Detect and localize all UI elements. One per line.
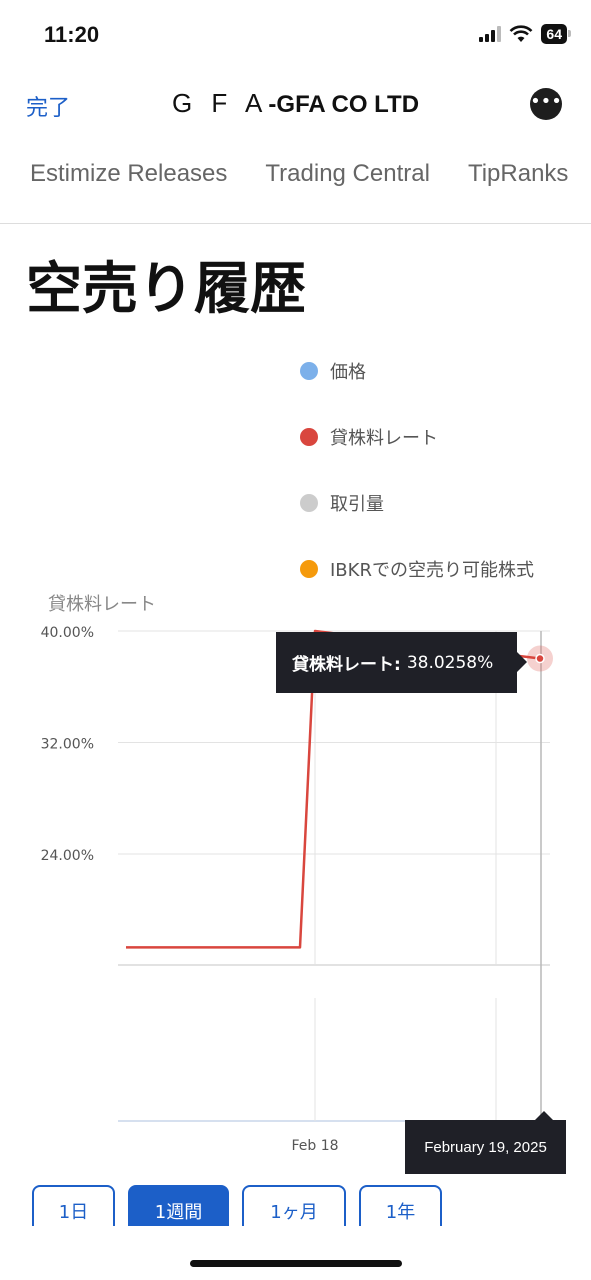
legend-label: IBKRでの空売り可能株式 [330, 560, 534, 581]
legend-label: 貸株料レート [330, 428, 438, 449]
tooltip-series-label: 貸株料レート: [292, 655, 401, 675]
chart-grid [118, 630, 550, 1122]
tab-bar: Estimize Releases Trading Central TipRan… [30, 160, 568, 188]
legend-dot-icon [300, 560, 318, 578]
status-icons: 64 [479, 24, 571, 44]
y-axis-labels: 40.00% 32.00% 24.00% [41, 625, 94, 864]
stock-symbol: G F A [171, 88, 269, 118]
legend-dot-icon [300, 362, 318, 380]
y-tick-label: 32.00% [41, 737, 94, 753]
legend-item-volume[interactable]: 取引量 [300, 470, 534, 536]
chart-legend: 価格 貸株料レート 取引量 IBKRでの空売り可能株式 [300, 338, 534, 602]
legend-item-shortable-shares[interactable]: IBKRでの空売り可能株式 [300, 536, 534, 602]
x-axis-labels: Feb 18 [291, 1138, 338, 1154]
tooltip-value: 38.0258% [406, 652, 494, 673]
hover-point [535, 653, 545, 664]
home-indicator [190, 1260, 402, 1267]
value-tooltip: 貸株料レート: 38.0258% [276, 632, 527, 693]
legend-item-price[interactable]: 価格 [300, 338, 534, 404]
chart-vertical-lines [314, 631, 542, 1121]
tabs-divider [0, 223, 591, 224]
legend-dot-icon [300, 428, 318, 446]
x-tick-label: Feb 18 [291, 1138, 338, 1154]
status-time: 11:20 [44, 22, 100, 47]
tab-tipranks[interactable]: TipRanks [468, 160, 568, 188]
company-name: -GFA CO LTD [268, 91, 420, 118]
cellular-signal-icon [479, 26, 502, 42]
tab-estimize-releases[interactable]: Estimize Releases [30, 160, 227, 188]
legend-label: 価格 [330, 362, 366, 383]
more-options-button[interactable]: ••• [530, 88, 562, 120]
legend-label: 取引量 [330, 494, 384, 515]
date-tooltip: February 19, 2025 [405, 1111, 566, 1174]
legend-item-borrow-fee[interactable]: 貸株料レート [300, 404, 534, 470]
stock-title: G F A-GFA CO LTD [0, 88, 591, 119]
wifi-icon [510, 25, 533, 42]
bottom-mask [0, 1226, 591, 1280]
battery-icon: 64 [541, 24, 571, 44]
legend-dot-icon [300, 494, 318, 512]
borrow-fee-chart[interactable]: 40.00% 32.00% 24.00% Feb 18 [0, 610, 591, 1170]
page-title: 空売り履歴 [26, 257, 306, 322]
y-tick-label: 24.00% [41, 848, 94, 864]
tab-trading-central[interactable]: Trading Central [265, 160, 430, 188]
y-tick-label: 40.00% [41, 625, 94, 641]
